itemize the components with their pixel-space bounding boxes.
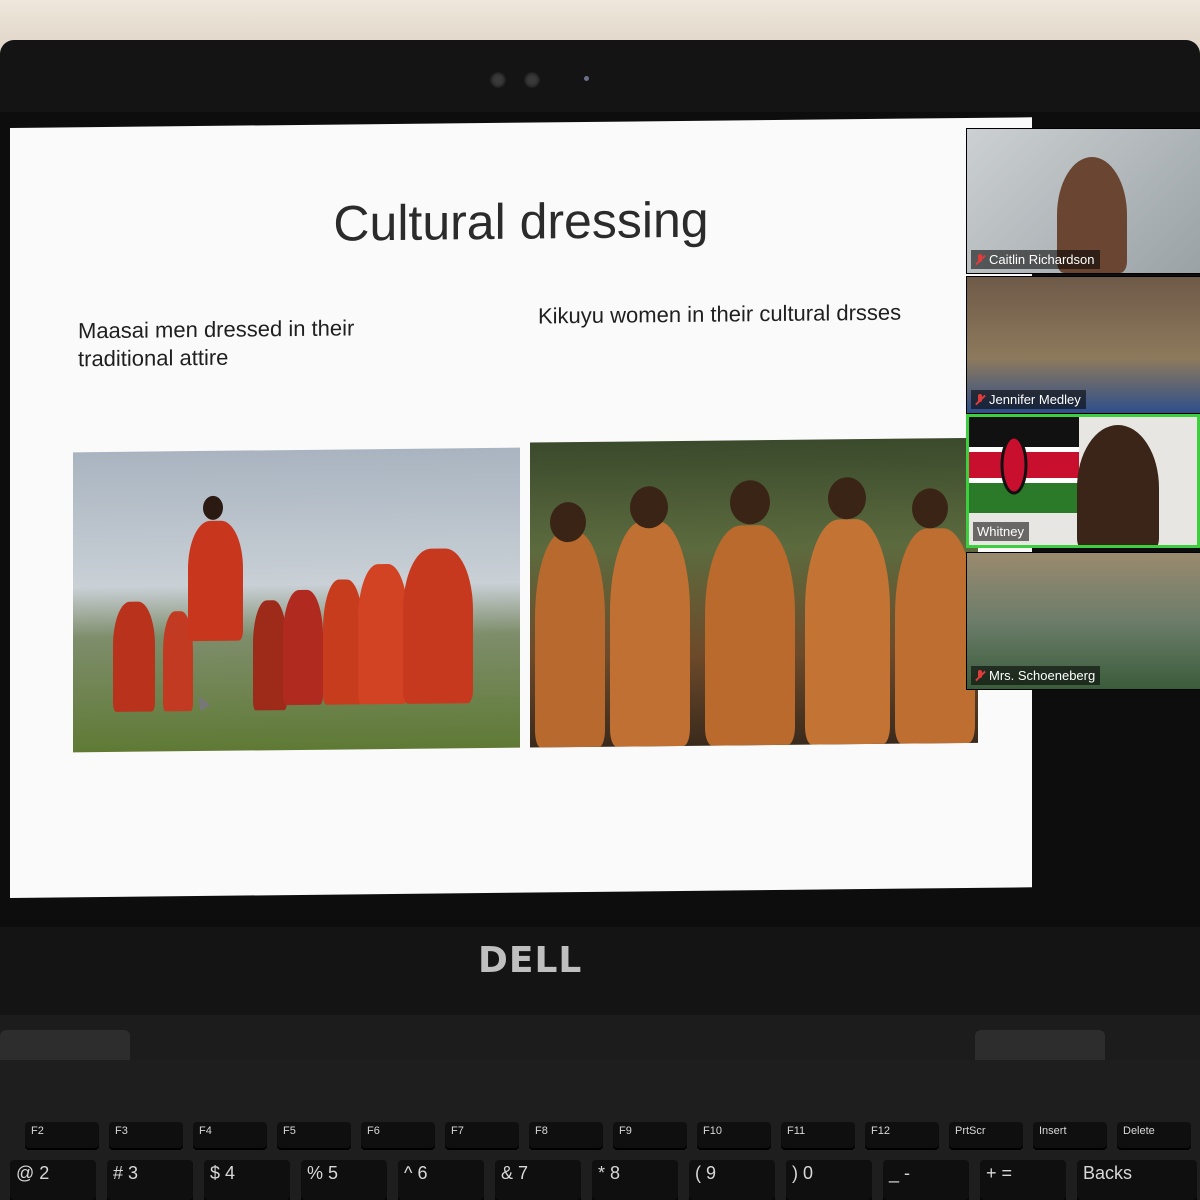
webcam-led xyxy=(584,76,589,81)
video-tile-caitlin[interactable]: Caitlin Richardson xyxy=(966,128,1200,274)
kikuyu-women-photo xyxy=(530,437,978,748)
participant-name-tag: Mrs. Schoeneberg xyxy=(971,666,1101,685)
key-f10[interactable]: F10 xyxy=(697,1122,771,1148)
participant-name: Jennifer Medley xyxy=(989,392,1081,407)
webcam-icon xyxy=(490,72,506,88)
key-row-8[interactable]: ) 0 xyxy=(786,1160,872,1200)
kenya-flag-icon xyxy=(969,417,1079,513)
key-row-0[interactable]: @ 2 xyxy=(10,1160,96,1200)
participant-name: Caitlin Richardson xyxy=(989,252,1095,267)
key-f11[interactable]: F11 xyxy=(781,1122,855,1148)
key-f6[interactable]: F6 xyxy=(361,1122,435,1148)
key-row-6[interactable]: * 8 xyxy=(592,1160,678,1200)
participant-name-tag: Jennifer Medley xyxy=(971,390,1086,409)
key-f8[interactable]: F8 xyxy=(529,1122,603,1148)
key-row-5[interactable]: & 7 xyxy=(495,1160,581,1200)
mic-off-icon xyxy=(975,253,985,266)
participant-name: Mrs. Schoeneberg xyxy=(989,668,1096,683)
key-f9[interactable]: F9 xyxy=(613,1122,687,1148)
key-row-2[interactable]: $ 4 xyxy=(204,1160,290,1200)
key-row-3[interactable]: % 5 xyxy=(301,1160,387,1200)
dell-logo: DELL xyxy=(478,940,583,981)
presentation-slide: Cultural dressing Maasai men dressed in … xyxy=(10,117,1032,899)
key-f3[interactable]: F3 xyxy=(109,1122,183,1148)
participant-name-tag: Whitney xyxy=(973,522,1029,541)
left-caption: Maasai men dressed in their traditional … xyxy=(78,315,355,371)
webcam-sensor-icon xyxy=(524,72,540,88)
key-row-1[interactable]: # 3 xyxy=(107,1160,193,1200)
key-row-10[interactable]: + = xyxy=(980,1160,1066,1200)
key-insert[interactable]: Insert xyxy=(1033,1122,1107,1148)
key-row-9[interactable]: _ - xyxy=(883,1160,969,1200)
key-row-4[interactable]: ^ 6 xyxy=(398,1160,484,1200)
key-f2[interactable]: F2 xyxy=(25,1122,99,1148)
key-delete[interactable]: Delete xyxy=(1117,1122,1191,1148)
right-caption: Kikuyu women in their cultural drsses xyxy=(538,299,902,329)
participant-name-tag: Caitlin Richardson xyxy=(971,250,1100,269)
mic-off-icon xyxy=(975,669,985,682)
key-row-7[interactable]: ( 9 xyxy=(689,1160,775,1200)
mic-off-icon xyxy=(975,393,985,406)
key-f5[interactable]: F5 xyxy=(277,1122,351,1148)
slide-title: Cultural dressing xyxy=(333,191,709,252)
video-tile-whitney[interactable]: Whitney xyxy=(966,414,1200,548)
key-f4[interactable]: F4 xyxy=(193,1122,267,1148)
video-tile-jennifer[interactable]: Jennifer Medley xyxy=(966,276,1200,414)
maasai-men-photo xyxy=(73,447,520,753)
key-f7[interactable]: F7 xyxy=(445,1122,519,1148)
key-prtscr[interactable]: PrtScr xyxy=(949,1122,1023,1148)
participant-name: Whitney xyxy=(977,524,1024,539)
key-row-11[interactable]: Backs xyxy=(1077,1160,1197,1200)
key-f12[interactable]: F12 xyxy=(865,1122,939,1148)
video-tile-schoeneberg[interactable]: Mrs. Schoeneberg xyxy=(966,552,1200,690)
